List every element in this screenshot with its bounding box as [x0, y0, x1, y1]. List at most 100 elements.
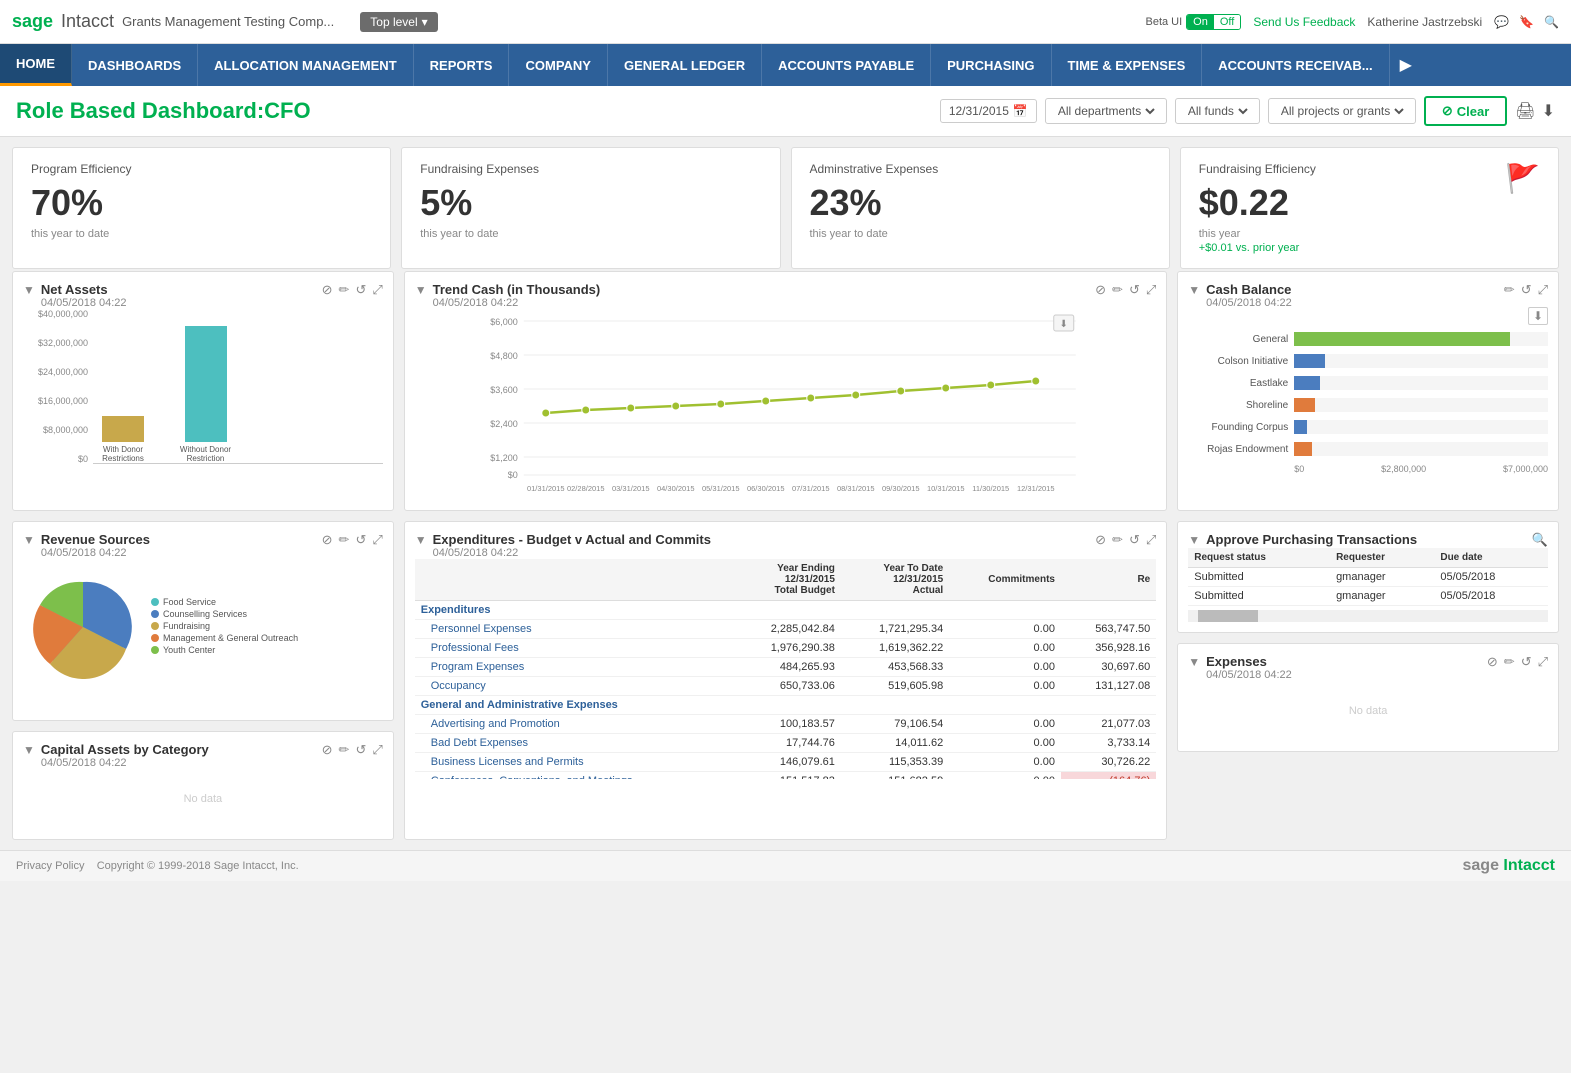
refresh-icon[interactable]: ↺ — [1521, 654, 1532, 670]
expand-icon[interactable]: ⤢ — [1146, 282, 1156, 298]
refresh-icon[interactable]: ↺ — [1129, 532, 1140, 548]
approve-purchasing-widget: ▼ Approve Purchasing Transactions 🔍 Requ… — [1177, 521, 1559, 633]
expand-icon[interactable]: ⤢ — [1146, 532, 1156, 548]
collapse-icon[interactable]: ▼ — [1188, 655, 1200, 669]
svg-text:$0: $0 — [507, 470, 517, 480]
refresh-icon[interactable]: ↺ — [355, 532, 366, 548]
filter-widget-icon[interactable]: ⊘ — [1095, 282, 1106, 298]
expand-icon[interactable]: ⤢ — [1538, 282, 1548, 298]
legend-dot — [151, 598, 159, 606]
net-assets-chart: $40,000,000 $32,000,000 $24,000,000 $16,… — [23, 309, 383, 484]
beta-label: Beta UI — [1145, 16, 1182, 28]
download-icon[interactable]: ⬇ — [1528, 307, 1548, 325]
expenditures-table-scroll[interactable]: Year Ending12/31/2015Total Budget Year T… — [415, 559, 1157, 779]
table-row: General and Administrative Expenses — [415, 696, 1157, 715]
main-row-1: ▼ Net Assets 04/05/2018 04:22 ⊘ ✏ ↺ ⤢ $4… — [12, 271, 1559, 511]
date-filter[interactable]: 12/31/2015 📅 — [940, 99, 1037, 123]
edit-icon[interactable]: ✏ — [339, 742, 350, 758]
search-icon[interactable]: 🔍 — [1544, 15, 1559, 29]
calendar-icon: 📅 — [1013, 104, 1028, 118]
beta-toggle-group[interactable]: On Off — [1186, 14, 1241, 30]
nav-dashboards[interactable]: DASHBOARDS — [72, 44, 198, 86]
collapse-icon[interactable]: ▼ — [23, 743, 35, 757]
toggle-off[interactable]: Off — [1214, 15, 1240, 29]
edit-icon[interactable]: ✏ — [1112, 282, 1123, 298]
nav-purchasing[interactable]: PURCHASING — [931, 44, 1051, 86]
approve-table-scroll[interactable]: Request status Requester Due date Submit… — [1188, 548, 1548, 606]
nav-allocation[interactable]: ALLOCATION MANAGEMENT — [198, 44, 413, 86]
nav-gl[interactable]: GENERAL LEDGER — [608, 44, 762, 86]
edit-icon[interactable]: ✏ — [339, 282, 350, 298]
footer-left: Privacy Policy Copyright © 1999-2018 Sag… — [16, 860, 299, 872]
edit-icon[interactable]: ✏ — [1504, 654, 1515, 670]
filter-bar: 12/31/2015 📅 All departments All funds A… — [940, 96, 1555, 126]
dashboard-content: Program Efficiency 70% this year to date… — [0, 137, 1571, 850]
nav-reports[interactable]: REPORTS — [414, 44, 510, 86]
download-icon-area: ⬇ — [1188, 309, 1548, 323]
search-icon[interactable]: 🔍 — [1532, 532, 1548, 548]
collapse-icon[interactable]: ▼ — [1188, 533, 1200, 547]
cb-bar — [1294, 354, 1324, 368]
y-axis-labels: $40,000,000 $32,000,000 $24,000,000 $16,… — [23, 309, 88, 464]
project-filter[interactable]: All projects or grants — [1268, 98, 1416, 124]
nav-company[interactable]: COMPANY — [509, 44, 607, 86]
dept-select[interactable]: All departments — [1054, 103, 1158, 119]
bookmark-icon[interactable]: 🔖 — [1519, 15, 1534, 29]
scrollbar-thumb[interactable] — [1198, 610, 1258, 622]
collapse-icon[interactable]: ▼ — [1188, 283, 1200, 297]
edit-icon[interactable]: ✏ — [339, 532, 350, 548]
filter-widget-icon[interactable]: ⊘ — [322, 282, 333, 298]
bar-fill — [185, 326, 227, 442]
filter-widget-icon[interactable]: ⊘ — [1095, 532, 1106, 548]
nav-time-expenses[interactable]: TIME & EXPENSES — [1052, 44, 1203, 86]
widget-date: 04/05/2018 04:22 — [433, 297, 1089, 309]
collapse-icon[interactable]: ▼ — [23, 283, 35, 297]
project-select[interactable]: All projects or grants — [1277, 103, 1407, 119]
collapse-icon[interactable]: ▼ — [415, 533, 427, 547]
top-level-button[interactable]: Top level ▾ — [360, 12, 437, 32]
svg-text:11/30/2015: 11/30/2015 — [972, 484, 1009, 493]
nav-more[interactable]: ▶ — [1390, 44, 1422, 86]
kpi-value: 70% — [31, 182, 372, 224]
kpi-title: Fundraising Expenses — [420, 162, 761, 176]
print-icon[interactable]: 🖨 — [1515, 101, 1535, 121]
filter-widget-icon[interactable]: ⊘ — [322, 742, 333, 758]
export-icon[interactable]: ⬇ — [1542, 101, 1555, 121]
fund-select[interactable]: All funds — [1184, 103, 1251, 119]
expand-icon[interactable]: ⤢ — [1538, 654, 1548, 670]
refresh-icon[interactable]: ↺ — [1521, 282, 1532, 298]
filter-widget-icon[interactable]: ⊘ — [1487, 654, 1498, 670]
refresh-icon[interactable]: ↺ — [355, 742, 366, 758]
chat-icon[interactable]: 💬 — [1494, 15, 1509, 29]
widget-title: Net Assets — [41, 282, 316, 297]
sage-logo: sage — [12, 11, 53, 32]
svg-text:02/28/2015: 02/28/2015 — [567, 484, 605, 493]
kpi-title: Fundraising Efficiency — [1199, 162, 1540, 176]
widget-header: ▼ Revenue Sources 04/05/2018 04:22 ⊘ ✏ ↺… — [23, 532, 383, 559]
refresh-icon[interactable]: ↺ — [1129, 282, 1140, 298]
collapse-icon[interactable]: ▼ — [23, 533, 35, 547]
expand-icon[interactable]: ⤢ — [372, 282, 382, 298]
clear-button[interactable]: ⊘ Clear — [1424, 96, 1507, 126]
dept-filter[interactable]: All departments — [1045, 98, 1167, 124]
svg-text:⬇: ⬇ — [1059, 319, 1067, 330]
fund-filter[interactable]: All funds — [1175, 98, 1260, 124]
table-row: Business Licenses and Permits 146,079.61… — [415, 753, 1157, 772]
toggle-on[interactable]: On — [1187, 15, 1214, 29]
horizontal-scrollbar[interactable] — [1188, 610, 1548, 622]
edit-icon[interactable]: ✏ — [1112, 532, 1123, 548]
nav-ar[interactable]: ACCOUNTS RECEIVAB... — [1202, 44, 1389, 86]
nav-ap[interactable]: ACCOUNTS PAYABLE — [762, 44, 931, 86]
refresh-icon[interactable]: ↺ — [355, 282, 366, 298]
legend-dot — [151, 610, 159, 618]
widget-actions: ⊘ ✏ ↺ ⤢ — [1095, 282, 1156, 298]
edit-icon[interactable]: ✏ — [1504, 282, 1515, 298]
collapse-icon[interactable]: ▼ — [415, 283, 427, 297]
expand-icon[interactable]: ⤢ — [372, 742, 382, 758]
privacy-policy-link[interactable]: Privacy Policy — [16, 860, 84, 872]
nav-home[interactable]: HOME — [0, 44, 72, 86]
approve-table: Request status Requester Due date Submit… — [1188, 548, 1548, 606]
feedback-link[interactable]: Send Us Feedback — [1253, 15, 1355, 29]
filter-widget-icon[interactable]: ⊘ — [322, 532, 333, 548]
expand-icon[interactable]: ⤢ — [372, 532, 382, 548]
